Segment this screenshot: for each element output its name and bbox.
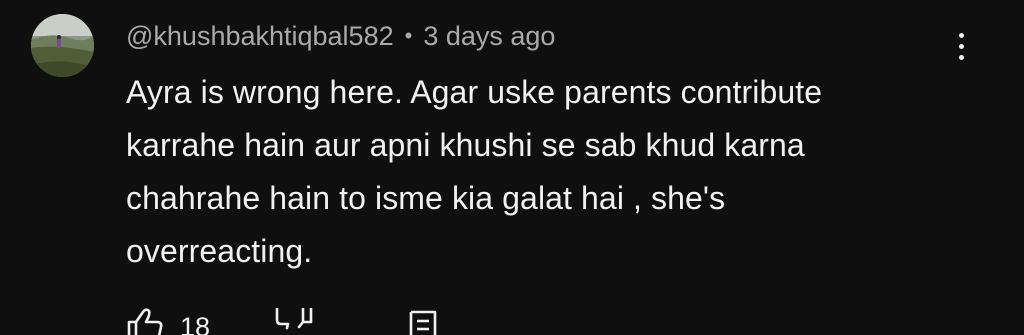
dislike-button[interactable] bbox=[274, 306, 314, 335]
author-handle[interactable]: @khushbakhtiqbal582 bbox=[126, 21, 394, 52]
more-vert-icon[interactable] bbox=[946, 26, 976, 66]
header-separator: • bbox=[404, 23, 413, 48]
like-count: 18 bbox=[180, 312, 211, 335]
more-dot bbox=[958, 32, 964, 38]
thumb-down-icon bbox=[275, 306, 313, 330]
reply-comment-icon bbox=[409, 310, 437, 335]
comment-text-line: overreacting. bbox=[126, 233, 313, 269]
comment-text-line: chahrahe hain to isme kia galat hai , sh… bbox=[126, 180, 726, 216]
comment-timestamp[interactable]: 3 days ago bbox=[423, 21, 555, 52]
comment-text-line: karrahe hain aur apni khushi se sab khud… bbox=[126, 127, 805, 163]
avatar-photo-image bbox=[31, 14, 94, 77]
comment-header: @khushbakhtiqbal582 • 3 days ago bbox=[126, 16, 555, 56]
like-button[interactable] bbox=[126, 308, 166, 335]
comment-item: @khushbakhtiqbal582 • 3 days ago Ayra is… bbox=[0, 0, 1024, 335]
thumb-up-icon bbox=[127, 308, 163, 335]
comment-text: Ayra is wrong here. Agar uske parents co… bbox=[126, 66, 976, 278]
more-dot bbox=[958, 54, 964, 60]
avatar[interactable] bbox=[31, 14, 94, 77]
more-dot bbox=[958, 43, 964, 49]
reply-button[interactable] bbox=[408, 308, 438, 335]
comment-text-line: Ayra is wrong here. Agar uske parents co… bbox=[126, 74, 823, 110]
